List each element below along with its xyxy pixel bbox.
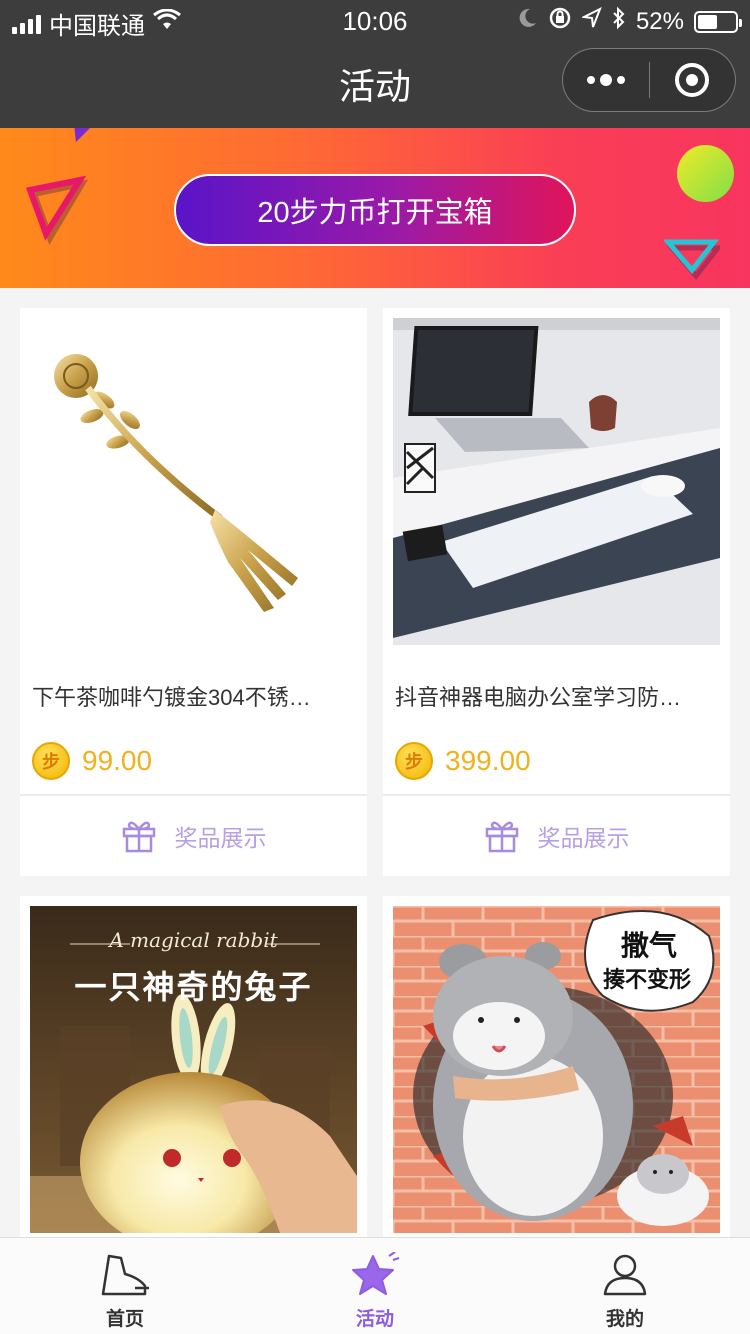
gift-icon	[485, 821, 518, 853]
tab-label: 活动	[355, 1309, 394, 1330]
product-card[interactable]: 抖音神器电脑办公室学习防… 步 399.00 奖品展示	[383, 308, 730, 876]
image-caption-line2: 揍不变形	[603, 967, 692, 992]
triangle-outline-pink-icon	[25, 176, 89, 245]
moon-icon	[518, 7, 538, 36]
price-row: 步 399.00	[395, 742, 531, 780]
close-target-icon	[675, 63, 710, 97]
battery-icon	[694, 10, 742, 33]
battery-percent: 52%	[635, 7, 684, 35]
location-icon	[580, 6, 602, 36]
coin-icon: 步	[32, 742, 70, 780]
navigation-bar: 活动	[0, 40, 750, 128]
shoe-icon	[101, 1254, 149, 1296]
tab-activity[interactable]: 活动	[250, 1238, 500, 1334]
coin-icon: 步	[395, 742, 433, 780]
product-price: 99.00	[82, 745, 153, 776]
activity-banner: 20步力币打开宝箱	[0, 128, 750, 288]
triangle-decoration-icon	[74, 128, 90, 142]
product-card[interactable]: A magical rabbit 一只神奇的兔子	[20, 896, 367, 1237]
bluetooth-icon	[612, 6, 626, 37]
gold-fork-image	[54, 354, 298, 612]
mini-program-capsule	[562, 48, 736, 112]
product-image	[30, 318, 357, 645]
star-icon	[352, 1252, 400, 1295]
tab-home[interactable]: 首页	[0, 1238, 250, 1334]
open-chest-button[interactable]: 20步力币打开宝箱	[174, 174, 576, 246]
product-image	[393, 318, 720, 645]
close-button[interactable]	[650, 49, 736, 111]
rotation-lock-icon	[548, 6, 572, 37]
product-card[interactable]: 撒气 揍不变形	[383, 896, 730, 1237]
more-button[interactable]	[563, 49, 649, 111]
product-price: 399.00	[445, 745, 531, 776]
status-right: 52%	[518, 6, 742, 37]
prize-display-button[interactable]: 奖品展示	[20, 796, 367, 876]
triangle-outline-teal-icon	[664, 239, 720, 280]
desk-mat-image	[393, 318, 720, 645]
prize-display-label: 奖品展示	[537, 825, 630, 851]
more-icon	[586, 74, 625, 86]
tab-label: 我的	[605, 1309, 644, 1330]
image-caption-line1: 撒气	[621, 930, 678, 961]
battery-level	[698, 14, 717, 29]
product-title: 下午茶咖啡勺镀金304不锈…	[32, 685, 311, 710]
image-caption-cn: 一只神奇的兔子	[74, 969, 313, 1005]
status-bar: 中国联通 10:06 52%	[0, 0, 750, 40]
product-card[interactable]: 下午茶咖啡勺镀金304不锈… 步 99.00 奖品展示	[20, 308, 367, 876]
price-row: 步 99.00	[32, 742, 152, 780]
gift-icon	[122, 821, 155, 853]
prize-display-label: 奖品展示	[174, 825, 267, 851]
ball-decoration-icon	[677, 145, 734, 202]
tab-bar: 首页 活动 我的	[0, 1237, 750, 1334]
product-image: 撒气 揍不变形	[393, 906, 720, 1233]
product-title: 抖音神器电脑办公室学习防…	[395, 685, 682, 710]
tab-label: 首页	[105, 1309, 144, 1330]
prize-display-button[interactable]: 奖品展示	[383, 796, 730, 876]
tab-mine[interactable]: 我的	[500, 1238, 750, 1334]
image-caption-en: A magical rabbit	[109, 928, 278, 952]
product-image: A magical rabbit 一只神奇的兔子	[30, 906, 357, 1233]
rabbit-lamp-image	[30, 906, 357, 1233]
user-icon	[603, 1254, 647, 1296]
